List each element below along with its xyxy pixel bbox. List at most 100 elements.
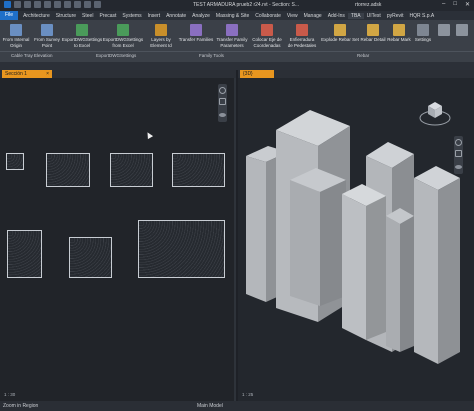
button-label: Transfer Family Parameters xyxy=(216,37,248,48)
tab-label: Sección 1 xyxy=(5,71,27,77)
rebar-tool-icon xyxy=(456,24,468,36)
transfer-families-icon xyxy=(190,24,202,36)
gear-icon xyxy=(417,24,429,36)
from-internal-origin-button[interactable]: From Internal Origin xyxy=(1,24,31,48)
text-icon[interactable] xyxy=(74,1,81,8)
column-3d[interactable] xyxy=(414,166,460,364)
maximize-button[interactable]: □ xyxy=(453,1,457,8)
column-section[interactable] xyxy=(7,230,42,278)
panel-label-rebar: Rebar xyxy=(357,53,370,58)
3d-view[interactable]: {3D} 1: 25 xyxy=(238,70,474,401)
rebar-tool-icon xyxy=(438,24,450,36)
column-3d[interactable] xyxy=(386,208,414,352)
save-icon[interactable] xyxy=(24,1,31,8)
tab-uitest[interactable]: UITest xyxy=(364,13,384,19)
tab-tba[interactable]: TBA xyxy=(347,12,364,19)
view-tab-bar: Sección 1 × xyxy=(0,70,236,78)
close-tab-icon[interactable]: × xyxy=(46,70,49,78)
rebar-extra-button-1[interactable] xyxy=(436,24,452,37)
tab-massing-site[interactable]: Massing & Site xyxy=(213,13,252,19)
active-model[interactable]: Main Model xyxy=(194,403,223,409)
tab-insert[interactable]: Insert xyxy=(145,13,164,19)
user-name[interactable]: rtorrez.adsk xyxy=(355,2,381,8)
export-dwg-to-excel-button[interactable]: ExportDWGSettings to Excel xyxy=(61,24,103,48)
measure-icon[interactable] xyxy=(64,1,71,8)
explode-rebar-icon xyxy=(334,24,346,36)
zoom-icon[interactable] xyxy=(219,98,226,105)
transfer-families-button[interactable]: Transfer Families xyxy=(178,24,214,43)
column-3d[interactable] xyxy=(290,168,346,306)
layers-icon xyxy=(155,24,167,36)
tab-add-ins[interactable]: Add-Ins xyxy=(325,13,348,19)
from-survey-point-button[interactable]: From Survey Point xyxy=(32,24,62,48)
rebar-detail-button[interactable]: Rebar Detail xyxy=(360,24,386,43)
print-icon[interactable] xyxy=(54,1,61,8)
tab-precast[interactable]: Precast xyxy=(96,13,119,19)
ribbon-bottom-bar xyxy=(0,62,474,70)
column-section[interactable] xyxy=(172,153,225,187)
nav-dropdown-icon[interactable] xyxy=(219,113,226,117)
column-section[interactable] xyxy=(110,153,153,187)
rebar-extra-button-2[interactable] xyxy=(454,24,470,37)
section-view[interactable]: Sección 1 × 1 : 30 xyxy=(0,70,236,401)
button-label: Enfierradura de Pedestales xyxy=(287,37,317,48)
undo-icon[interactable] xyxy=(34,1,41,8)
column-section[interactable] xyxy=(46,153,90,187)
button-label: Settings xyxy=(414,37,432,42)
tab-manage[interactable]: Manage xyxy=(301,13,325,19)
tab-analyze[interactable]: Analyze xyxy=(189,13,213,19)
tab-seccion-1[interactable]: Sección 1 × xyxy=(2,70,52,78)
panel-label-family-tools: Family Tools xyxy=(199,53,224,58)
tab-hqr[interactable]: HQR S.p.A xyxy=(407,13,438,19)
status-message: Zoom in Region xyxy=(3,403,39,409)
section-icon[interactable] xyxy=(94,1,101,8)
origin-icon xyxy=(10,24,22,36)
button-label: Rebar Detail xyxy=(360,37,386,42)
3d-model-canvas[interactable] xyxy=(238,70,474,401)
transfer-family-parameters-button[interactable]: Transfer Family Parameters xyxy=(215,24,249,48)
steering-wheel-icon[interactable] xyxy=(219,87,226,94)
panel-label-exportdwg: ExportDWGSettings xyxy=(96,53,137,58)
minimize-button[interactable]: – xyxy=(442,1,445,8)
coordinate-axis-icon xyxy=(261,24,273,36)
layers-by-element-id-button[interactable]: Layers by Element Id xyxy=(146,24,176,48)
explode-rebar-set-button[interactable]: Explode Rebar Set xyxy=(321,24,359,43)
tab-systems[interactable]: Systems xyxy=(119,13,144,19)
column-3d[interactable] xyxy=(342,184,386,340)
export-dwg-from-excel-button[interactable]: ExportDWGSettings from Excel xyxy=(103,24,143,48)
tab-annotate[interactable]: Annotate xyxy=(163,13,189,19)
tab-pyrevit[interactable]: pyRevit xyxy=(384,13,407,19)
ribbon-tabs: File Architecture Structure Steel Precas… xyxy=(0,11,474,20)
tab-steel[interactable]: Steel xyxy=(79,13,96,19)
view-scale[interactable]: 1 : 30 xyxy=(4,392,15,397)
tab-collaborate[interactable]: Collaborate xyxy=(252,13,284,19)
tab-structure[interactable]: Structure xyxy=(53,13,79,19)
tab-architecture[interactable]: Architecture xyxy=(20,13,53,19)
button-label: From Survey Point xyxy=(34,37,60,48)
button-label: From Internal Origin xyxy=(2,37,30,48)
column-section[interactable] xyxy=(69,237,112,278)
column-section[interactable] xyxy=(138,220,225,278)
navigation-bar xyxy=(218,84,227,122)
3d-view-icon[interactable] xyxy=(84,1,91,8)
button-label: ExportDWGSettings to Excel xyxy=(61,37,103,48)
survey-point-icon xyxy=(41,24,53,36)
rebar-mark-button[interactable]: Rebar Mark xyxy=(386,24,412,43)
button-label: ExportDWGSettings from Excel xyxy=(102,37,144,48)
enfierradura-pedestales-button[interactable]: Enfierradura de Pedestales xyxy=(285,24,319,48)
tab-view[interactable]: View xyxy=(284,13,301,19)
open-icon[interactable] xyxy=(14,1,21,8)
button-label: Rebar Mark xyxy=(387,37,411,42)
panel-label-cable-tray: Cable Tray Elevation xyxy=(11,53,53,58)
settings-button[interactable]: Settings xyxy=(412,24,434,43)
view-scale[interactable]: 1 : 25 xyxy=(242,392,253,397)
button-label: Colocar Eje de Coordenadas xyxy=(252,37,282,48)
window-title: TEST ARMADURA prueb2 r24.rvt - Section: … xyxy=(193,2,300,8)
colocar-eje-coordenadas-button[interactable]: Colocar Eje de Coordenadas xyxy=(250,24,284,48)
tab-file[interactable]: File xyxy=(0,11,19,20)
revit-logo-icon[interactable] xyxy=(4,1,11,8)
column-section[interactable] xyxy=(6,153,24,170)
close-button[interactable]: ✕ xyxy=(465,1,470,8)
rebar-detail-icon xyxy=(367,24,379,36)
redo-icon[interactable] xyxy=(44,1,51,8)
